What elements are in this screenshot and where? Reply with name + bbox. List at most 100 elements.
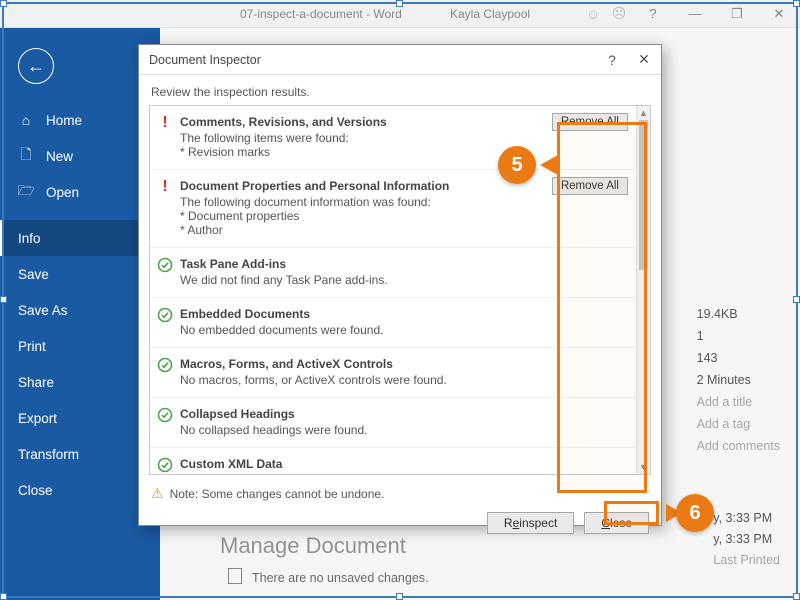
- sidebar-item-label: New: [46, 149, 73, 164]
- warning-icon: !: [157, 179, 173, 195]
- inspection-results: ! Comments, Revisions, and Versions The …: [149, 105, 651, 475]
- title-bar: 07-inspect-a-document - Word Kayla Clayp…: [0, 0, 800, 28]
- sidebar-item-close[interactable]: Close: [0, 472, 160, 508]
- sidebar-item-share[interactable]: Share: [0, 364, 160, 400]
- scroll-up-icon[interactable]: ▲: [637, 106, 650, 120]
- result-title: Custom XML Data: [180, 457, 544, 471]
- scroll-thumb[interactable]: [639, 120, 648, 270]
- date-modified: y, 3:33 PM: [713, 508, 780, 529]
- related-dates: y, 3:33 PM y, 3:33 PM Last Printed: [713, 508, 780, 571]
- sidebar-item-info[interactable]: Info: [0, 220, 160, 256]
- checkmark-icon: [157, 457, 173, 473]
- prop-title[interactable]: Add a title: [697, 391, 780, 413]
- result-doc-properties: ! Document Properties and Personal Infor…: [150, 170, 636, 248]
- date-printed: Last Printed: [713, 550, 780, 571]
- result-task-pane-addins: Task Pane Add-ins We did not find any Ta…: [150, 248, 636, 298]
- sidebar-item-label: Open: [46, 185, 79, 200]
- callout-label: 5: [511, 154, 522, 177]
- document-icon: [228, 568, 242, 584]
- sidebar-item-save[interactable]: Save: [0, 256, 160, 292]
- scrollbar[interactable]: ▲ ▼: [636, 106, 650, 474]
- close-window-button[interactable]: ✕: [758, 0, 800, 28]
- note-text: Note: Some changes cannot be undone.: [170, 487, 385, 501]
- result-body: The following document information was f…: [180, 195, 544, 209]
- result-collapsed-headings: Collapsed Headings No collapsed headings…: [150, 398, 636, 448]
- warning-icon: !: [157, 115, 173, 131]
- checkmark-icon: [157, 357, 173, 373]
- result-title: Macros, Forms, and ActiveX Controls: [180, 357, 544, 371]
- document-inspector-dialog: Document Inspector ? ✕ Review the inspec…: [138, 44, 662, 526]
- user-name: Kayla Claypool: [450, 7, 530, 21]
- sidebar-item-save-as[interactable]: Save As: [0, 292, 160, 328]
- result-body: No macros, forms, or ActiveX controls we…: [180, 373, 544, 387]
- result-body: We did not find any Task Pane add-ins.: [180, 273, 544, 287]
- result-body: The following items were found:: [180, 131, 544, 145]
- sidebar-item-print[interactable]: Print: [0, 328, 160, 364]
- manage-document-status: There are no unsaved changes.: [252, 571, 429, 585]
- sidebar-item-label: Home: [46, 113, 82, 128]
- face-happy-icon[interactable]: ☺: [580, 0, 606, 28]
- sidebar-item-label: Close: [18, 483, 53, 498]
- result-body: No collapsed headings were found.: [180, 423, 544, 437]
- result-body: * Author: [180, 223, 544, 237]
- sidebar-item-label: Transform: [18, 447, 79, 462]
- sidebar-item-transform[interactable]: Transform: [0, 436, 160, 472]
- result-body: No embedded documents were found.: [180, 323, 544, 337]
- sidebar-item-open[interactable]: 🗁 Open: [0, 174, 160, 210]
- sidebar-item-export[interactable]: Export: [0, 400, 160, 436]
- file-menu-sidebar: ← ⌂ Home 🗋 New 🗁 Open Info Save Save As …: [0, 28, 160, 600]
- prop-comments[interactable]: Add comments: [697, 435, 780, 457]
- close-button[interactable]: Close: [584, 512, 649, 534]
- minimize-button[interactable]: —: [674, 0, 716, 28]
- callout-5: 5: [498, 146, 536, 184]
- document-properties: 19.4KB 1 143 2 Minutes Add a title Add a…: [697, 303, 780, 457]
- result-comments-revisions: ! Comments, Revisions, and Versions The …: [150, 106, 636, 170]
- result-title: Comments, Revisions, and Versions: [180, 115, 544, 129]
- remove-all-button[interactable]: Remove All: [552, 177, 628, 195]
- prop-size: 19.4KB: [697, 303, 780, 325]
- results-list: ! Comments, Revisions, and Versions The …: [150, 106, 636, 474]
- sidebar-item-new[interactable]: 🗋 New: [0, 138, 160, 174]
- checkmark-icon: [157, 407, 173, 423]
- sidebar-item-label: Share: [18, 375, 54, 390]
- result-title: Document Properties and Personal Informa…: [180, 179, 544, 193]
- result-body: * Revision marks: [180, 145, 544, 159]
- date-created: y, 3:33 PM: [713, 529, 780, 550]
- result-embedded-documents: Embedded Documents No embedded documents…: [150, 298, 636, 348]
- prop-pages: 1: [697, 325, 780, 347]
- dialog-note: ⚠ Note: Some changes cannot be undone.: [139, 475, 661, 512]
- sidebar-item-label: Export: [18, 411, 57, 426]
- callout-label: 6: [689, 502, 700, 525]
- prop-words: 143: [697, 347, 780, 369]
- result-macros-forms-activex: Macros, Forms, and ActiveX Controls No m…: [150, 348, 636, 398]
- sidebar-item-label: Print: [18, 339, 46, 354]
- sidebar-item-label: Info: [18, 231, 41, 246]
- home-icon: ⌂: [18, 112, 34, 128]
- open-icon: 🗁: [18, 180, 34, 204]
- new-icon: 🗋: [18, 144, 34, 168]
- dialog-close-x-button[interactable]: ✕: [635, 51, 653, 68]
- face-sad-icon[interactable]: ☹: [606, 0, 632, 28]
- prop-tags[interactable]: Add a tag: [697, 413, 780, 435]
- window-buttons: ☺ ☹ ? — ❐ ✕: [580, 0, 800, 28]
- result-title: Collapsed Headings: [180, 407, 544, 421]
- result-body: * Document properties: [180, 209, 544, 223]
- back-button[interactable]: ←: [18, 48, 54, 84]
- result-title: Task Pane Add-ins: [180, 257, 544, 271]
- callout-6: 6: [676, 494, 714, 532]
- scroll-down-icon[interactable]: ▼: [637, 460, 650, 474]
- sidebar-item-home[interactable]: ⌂ Home: [0, 102, 160, 138]
- checkmark-icon: [157, 307, 173, 323]
- dialog-title-bar: Document Inspector ? ✕: [139, 45, 661, 75]
- sidebar-item-label: Save: [18, 267, 49, 282]
- reinspect-button[interactable]: Reinspect: [487, 512, 574, 534]
- warning-triangle-icon: ⚠: [151, 485, 164, 502]
- arrow-left-icon: ←: [27, 56, 45, 77]
- remove-all-button[interactable]: Remove All: [552, 113, 628, 131]
- result-title: Embedded Documents: [180, 307, 544, 321]
- restore-button[interactable]: ❐: [716, 0, 758, 28]
- document-title: 07-inspect-a-document - Word: [240, 7, 402, 21]
- result-custom-xml-data: Custom XML Data: [150, 448, 636, 474]
- help-button[interactable]: ?: [632, 0, 674, 28]
- dialog-help-button[interactable]: ?: [603, 52, 621, 68]
